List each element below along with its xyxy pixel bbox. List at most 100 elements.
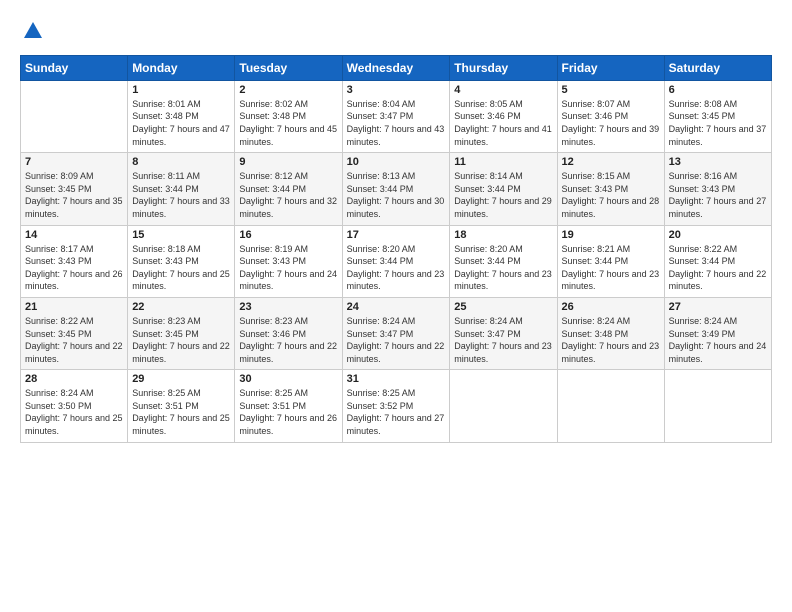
calendar-header-monday: Monday <box>128 55 235 80</box>
day-info: Sunrise: 8:20 AMSunset: 3:44 PMDaylight:… <box>454 243 552 293</box>
calendar-header-tuesday: Tuesday <box>235 55 342 80</box>
day-number: 9 <box>239 156 337 168</box>
day-info: Sunrise: 8:18 AMSunset: 3:43 PMDaylight:… <box>132 243 230 293</box>
calendar-cell: 10 Sunrise: 8:13 AMSunset: 3:44 PMDayligh… <box>342 153 450 225</box>
page-header <box>20 16 772 47</box>
day-info: Sunrise: 8:16 AMSunset: 3:43 PMDaylight:… <box>669 170 767 220</box>
calendar-cell: 5Sunrise: 8:07 AMSunset: 3:46 PMDaylight… <box>557 80 664 152</box>
day-info: Sunrise: 8:24 AMSunset: 3:50 PMDaylight:… <box>25 387 123 437</box>
calendar-cell: 22Sunrise: 8:23 AMSunset: 3:45 PMDayligh… <box>128 297 235 369</box>
day-number: 7 <box>25 156 123 168</box>
calendar-cell: 2Sunrise: 8:02 AMSunset: 3:48 PMDaylight… <box>235 80 342 152</box>
calendar-cell: 23 Sunrise: 8:23 AMSunset: 3:46 PMDayligh… <box>235 297 342 369</box>
calendar-cell: 8 Sunrise: 8:11 AMSunset: 3:44 PMDaylight… <box>128 153 235 225</box>
calendar-cell <box>557 370 664 442</box>
calendar-cell: 4 Sunrise: 8:05 AMSunset: 3:46 PMDaylight… <box>450 80 557 152</box>
day-info: Sunrise: 8:08 AMSunset: 3:45 PMDaylight:… <box>669 98 767 148</box>
day-info: Sunrise: 8:21 AMSunset: 3:44 PMDaylight:… <box>562 243 660 293</box>
calendar-cell: 15 Sunrise: 8:18 AMSunset: 3:43 PMDayligh… <box>128 225 235 297</box>
day-number: 13 <box>669 156 767 168</box>
logo <box>20 20 44 47</box>
calendar-week-row: 7 Sunrise: 8:09 AMSunset: 3:45 PMDaylight… <box>21 153 772 225</box>
day-number: 11 <box>454 156 552 168</box>
day-info: Sunrise: 8:22 AMSunset: 3:44 PMDaylight:… <box>669 243 767 293</box>
day-info: Sunrise: 8:24 AMSunset: 3:47 PMDaylight:… <box>347 315 446 365</box>
day-info: Sunrise: 8:25 AMSunset: 3:51 PMDaylight:… <box>132 387 230 437</box>
day-number: 1 <box>132 84 230 96</box>
day-number: 29 <box>132 373 230 385</box>
calendar-week-row: 28 Sunrise: 8:24 AMSunset: 3:50 PMDayligh… <box>21 370 772 442</box>
calendar-cell <box>664 370 771 442</box>
day-number: 23 <box>239 301 337 313</box>
day-info: Sunrise: 8:13 AMSunset: 3:44 PMDaylight:… <box>347 170 446 220</box>
calendar-cell: 7 Sunrise: 8:09 AMSunset: 3:45 PMDaylight… <box>21 153 128 225</box>
day-number: 4 <box>454 84 552 96</box>
day-number: 14 <box>25 229 123 241</box>
day-info: Sunrise: 8:22 AMSunset: 3:45 PMDaylight:… <box>25 315 123 365</box>
calendar-cell: 31Sunrise: 8:25 AMSunset: 3:52 PMDayligh… <box>342 370 450 442</box>
calendar-cell: 6 Sunrise: 8:08 AMSunset: 3:45 PMDaylight… <box>664 80 771 152</box>
calendar-cell: 25 Sunrise: 8:24 AMSunset: 3:47 PMDayligh… <box>450 297 557 369</box>
day-number: 12 <box>562 156 660 168</box>
day-number: 16 <box>239 229 337 241</box>
calendar-cell: 11 Sunrise: 8:14 AMSunset: 3:44 PMDayligh… <box>450 153 557 225</box>
day-info: Sunrise: 8:04 AMSunset: 3:47 PMDaylight:… <box>347 98 446 148</box>
day-number: 31 <box>347 373 446 385</box>
calendar-week-row: 1 Sunrise: 8:01 AMSunset: 3:48 PMDaylight… <box>21 80 772 152</box>
day-info: Sunrise: 8:09 AMSunset: 3:45 PMDaylight:… <box>25 170 123 220</box>
calendar-cell: 20Sunrise: 8:22 AMSunset: 3:44 PMDayligh… <box>664 225 771 297</box>
day-info: Sunrise: 8:01 AMSunset: 3:48 PMDaylight:… <box>132 98 230 148</box>
calendar-cell: 16Sunrise: 8:19 AMSunset: 3:43 PMDayligh… <box>235 225 342 297</box>
day-number: 24 <box>347 301 446 313</box>
day-info: Sunrise: 8:20 AMSunset: 3:44 PMDaylight:… <box>347 243 446 293</box>
calendar-cell: 21 Sunrise: 8:22 AMSunset: 3:45 PMDayligh… <box>21 297 128 369</box>
calendar-cell: 26Sunrise: 8:24 AMSunset: 3:48 PMDayligh… <box>557 297 664 369</box>
calendar-page: SundayMondayTuesdayWednesdayThursdayFrid… <box>0 0 792 612</box>
calendar-cell <box>21 80 128 152</box>
day-number: 15 <box>132 229 230 241</box>
day-number: 10 <box>347 156 446 168</box>
calendar-cell: 27Sunrise: 8:24 AMSunset: 3:49 PMDayligh… <box>664 297 771 369</box>
calendar-header-row: SundayMondayTuesdayWednesdayThursdayFrid… <box>21 55 772 80</box>
day-number: 30 <box>239 373 337 385</box>
calendar-cell: 9 Sunrise: 8:12 AMSunset: 3:44 PMDaylight… <box>235 153 342 225</box>
calendar-table: SundayMondayTuesdayWednesdayThursdayFrid… <box>20 55 772 443</box>
day-number: 17 <box>347 229 446 241</box>
day-number: 2 <box>239 84 337 96</box>
calendar-cell: 17 Sunrise: 8:20 AMSunset: 3:44 PMDayligh… <box>342 225 450 297</box>
day-number: 18 <box>454 229 552 241</box>
calendar-cell: 24 Sunrise: 8:24 AMSunset: 3:47 PMDayligh… <box>342 297 450 369</box>
calendar-header-thursday: Thursday <box>450 55 557 80</box>
day-info: Sunrise: 8:17 AMSunset: 3:43 PMDaylight:… <box>25 243 123 293</box>
day-number: 8 <box>132 156 230 168</box>
calendar-cell: 1 Sunrise: 8:01 AMSunset: 3:48 PMDaylight… <box>128 80 235 152</box>
calendar-cell: 29 Sunrise: 8:25 AMSunset: 3:51 PMDayligh… <box>128 370 235 442</box>
day-info: Sunrise: 8:15 AMSunset: 3:43 PMDaylight:… <box>562 170 660 220</box>
day-number: 19 <box>562 229 660 241</box>
calendar-cell: 3 Sunrise: 8:04 AMSunset: 3:47 PMDaylight… <box>342 80 450 152</box>
calendar-cell: 13 Sunrise: 8:16 AMSunset: 3:43 PMDayligh… <box>664 153 771 225</box>
calendar-cell: 19 Sunrise: 8:21 AMSunset: 3:44 PMDayligh… <box>557 225 664 297</box>
calendar-header-wednesday: Wednesday <box>342 55 450 80</box>
day-info: Sunrise: 8:24 AMSunset: 3:49 PMDaylight:… <box>669 315 767 365</box>
calendar-cell: 18 Sunrise: 8:20 AMSunset: 3:44 PMDayligh… <box>450 225 557 297</box>
calendar-cell <box>450 370 557 442</box>
calendar-cell: 30 Sunrise: 8:25 AMSunset: 3:51 PMDayligh… <box>235 370 342 442</box>
calendar-week-row: 21 Sunrise: 8:22 AMSunset: 3:45 PMDayligh… <box>21 297 772 369</box>
day-info: Sunrise: 8:12 AMSunset: 3:44 PMDaylight:… <box>239 170 337 220</box>
day-info: Sunrise: 8:05 AMSunset: 3:46 PMDaylight:… <box>454 98 552 148</box>
day-info: Sunrise: 8:24 AMSunset: 3:47 PMDaylight:… <box>454 315 552 365</box>
day-number: 22 <box>132 301 230 313</box>
day-info: Sunrise: 8:11 AMSunset: 3:44 PMDaylight:… <box>132 170 230 220</box>
day-info: Sunrise: 8:25 AMSunset: 3:51 PMDaylight:… <box>239 387 337 437</box>
day-number: 28 <box>25 373 123 385</box>
day-number: 3 <box>347 84 446 96</box>
day-number: 6 <box>669 84 767 96</box>
day-number: 25 <box>454 301 552 313</box>
day-info: Sunrise: 8:14 AMSunset: 3:44 PMDaylight:… <box>454 170 552 220</box>
day-info: Sunrise: 8:07 AMSunset: 3:46 PMDaylight:… <box>562 98 660 148</box>
day-info: Sunrise: 8:23 AMSunset: 3:46 PMDaylight:… <box>239 315 337 365</box>
day-number: 21 <box>25 301 123 313</box>
calendar-cell: 12 Sunrise: 8:15 AMSunset: 3:43 PMDayligh… <box>557 153 664 225</box>
logo-icon <box>22 20 44 42</box>
